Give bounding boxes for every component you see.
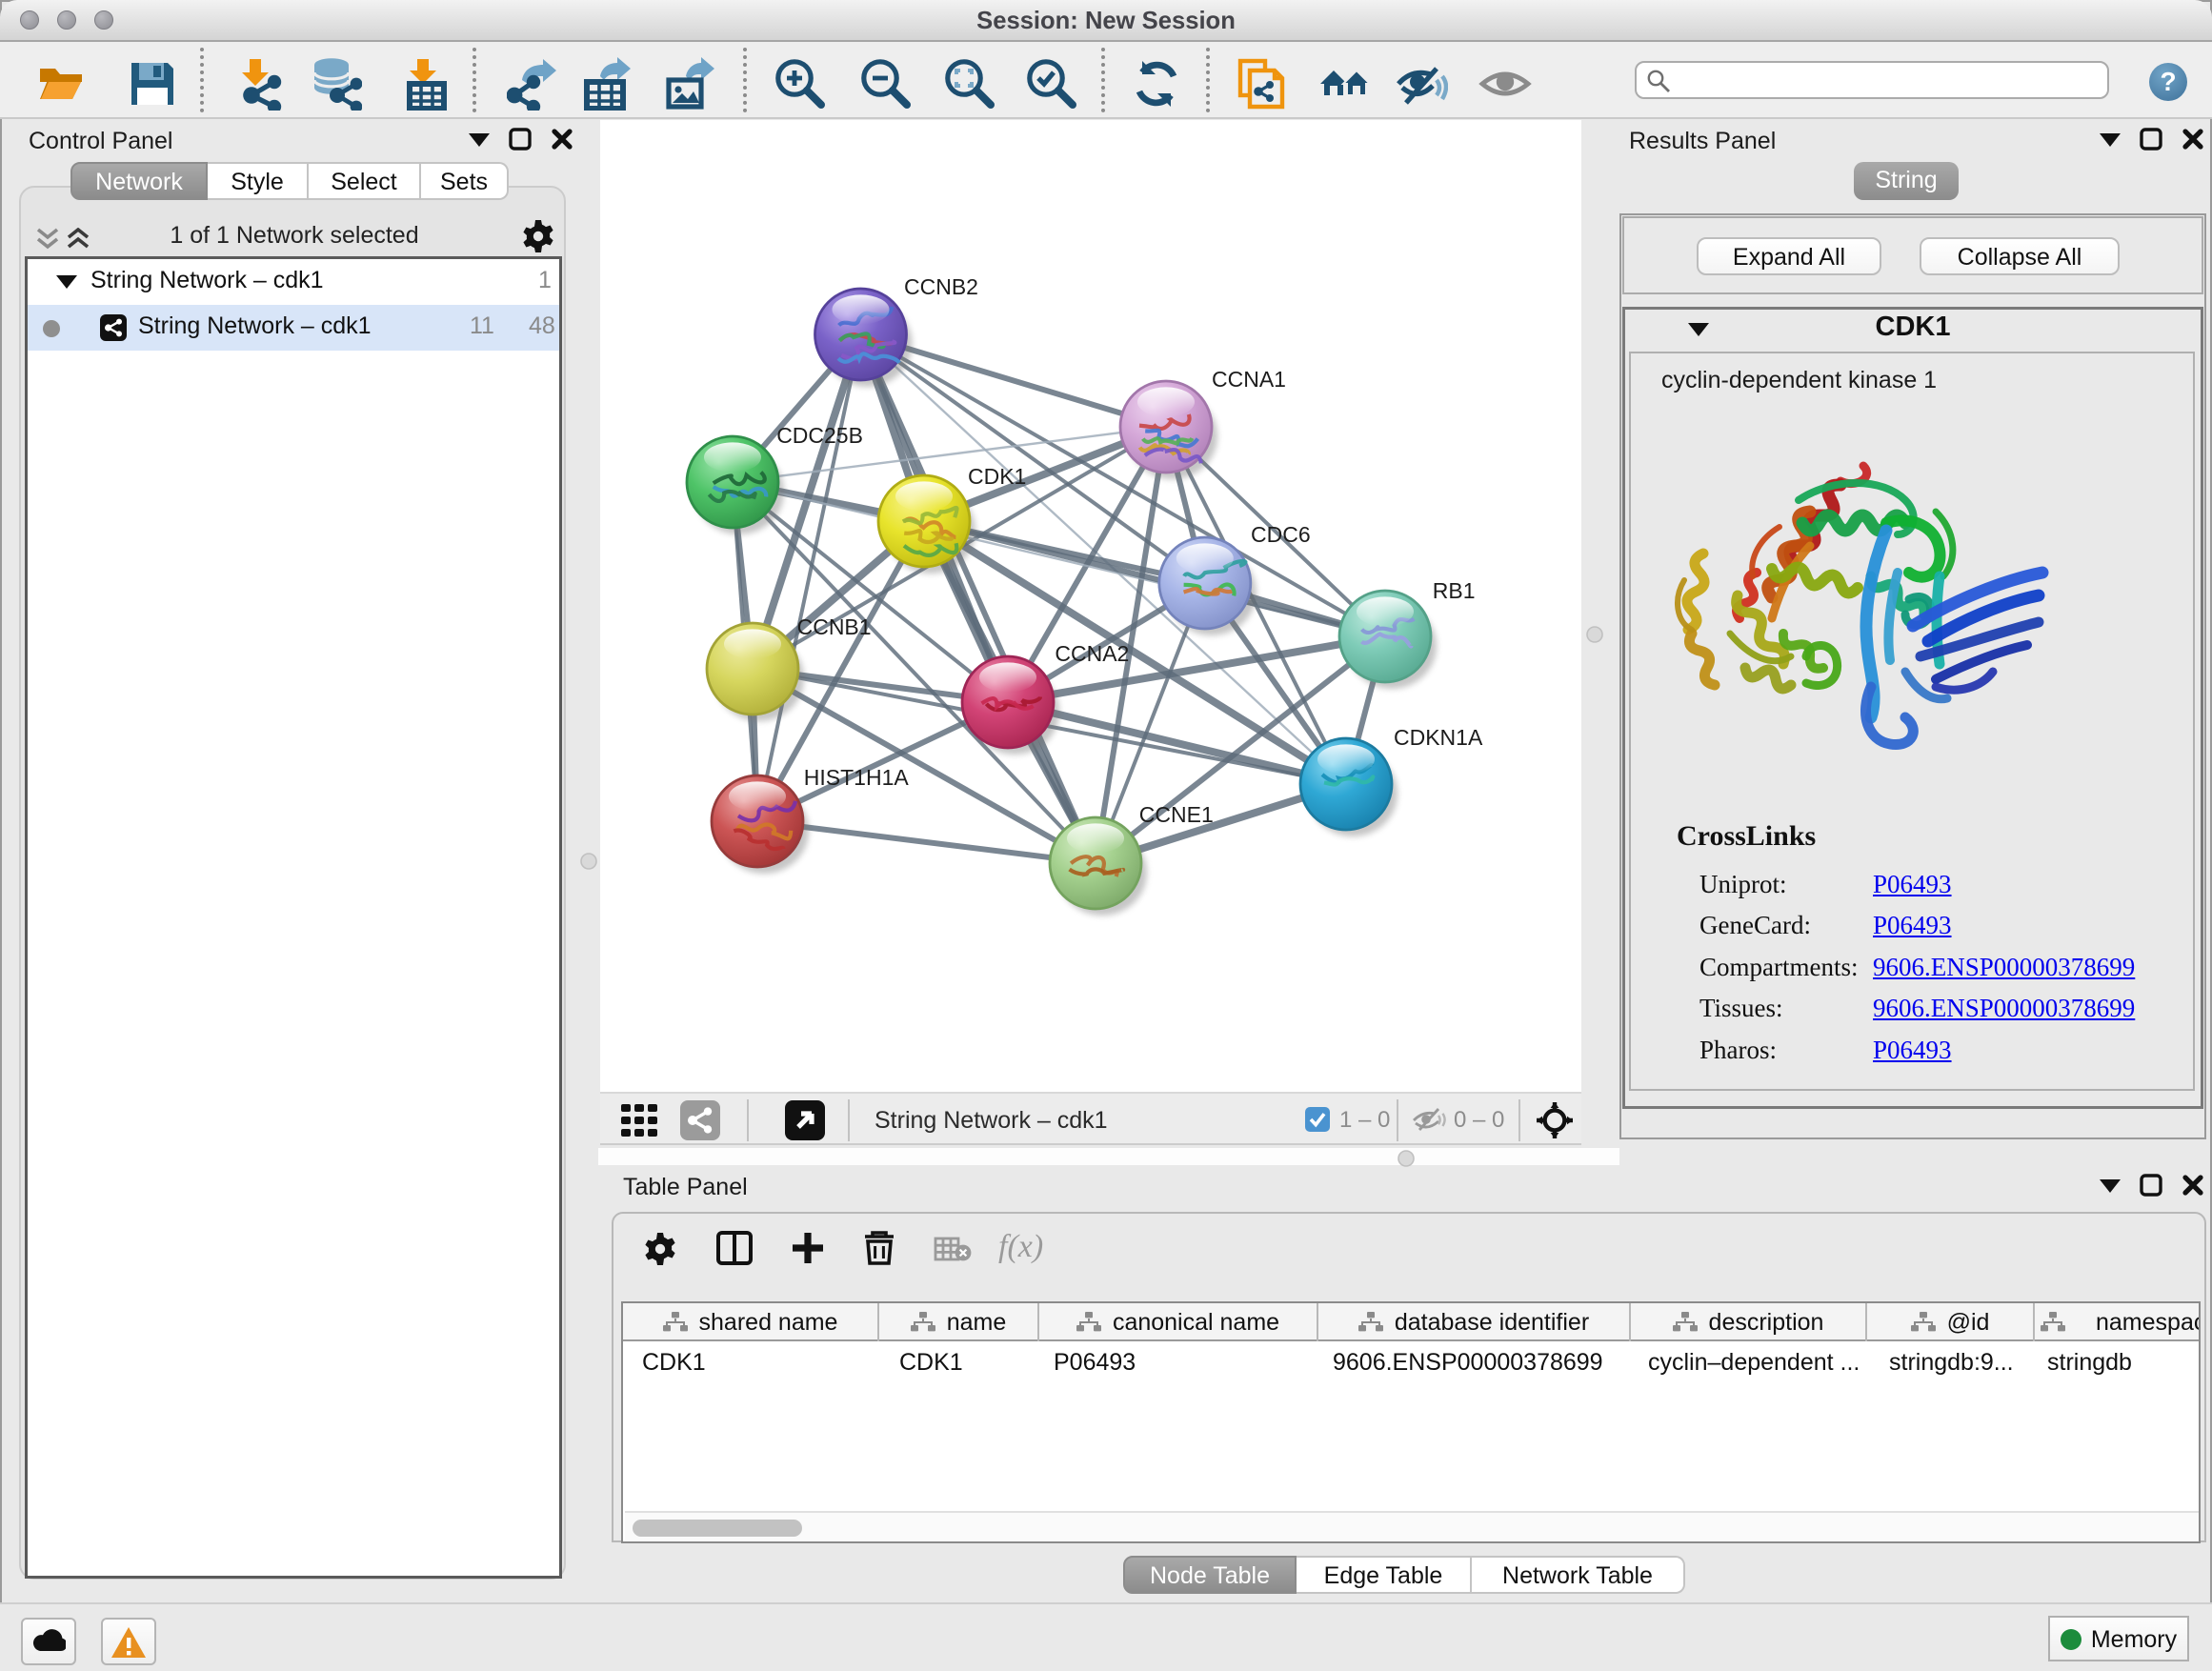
svg-text:CCNA1: CCNA1 — [1212, 367, 1286, 392]
svg-text:CDK1: CDK1 — [968, 464, 1026, 489]
svg-text:CCNA2: CCNA2 — [1055, 641, 1129, 666]
svg-text:HIST1H1A: HIST1H1A — [804, 765, 910, 790]
svg-text:CDC25B: CDC25B — [776, 423, 863, 448]
svg-text:CDKN1A: CDKN1A — [1394, 725, 1483, 750]
svg-text:CCNE1: CCNE1 — [1139, 802, 1214, 827]
svg-text:RB1: RB1 — [1433, 578, 1476, 603]
svg-text:CCNB1: CCNB1 — [797, 614, 872, 639]
svg-text:CCNB2: CCNB2 — [904, 274, 978, 299]
svg-text:CDC6: CDC6 — [1251, 522, 1311, 547]
